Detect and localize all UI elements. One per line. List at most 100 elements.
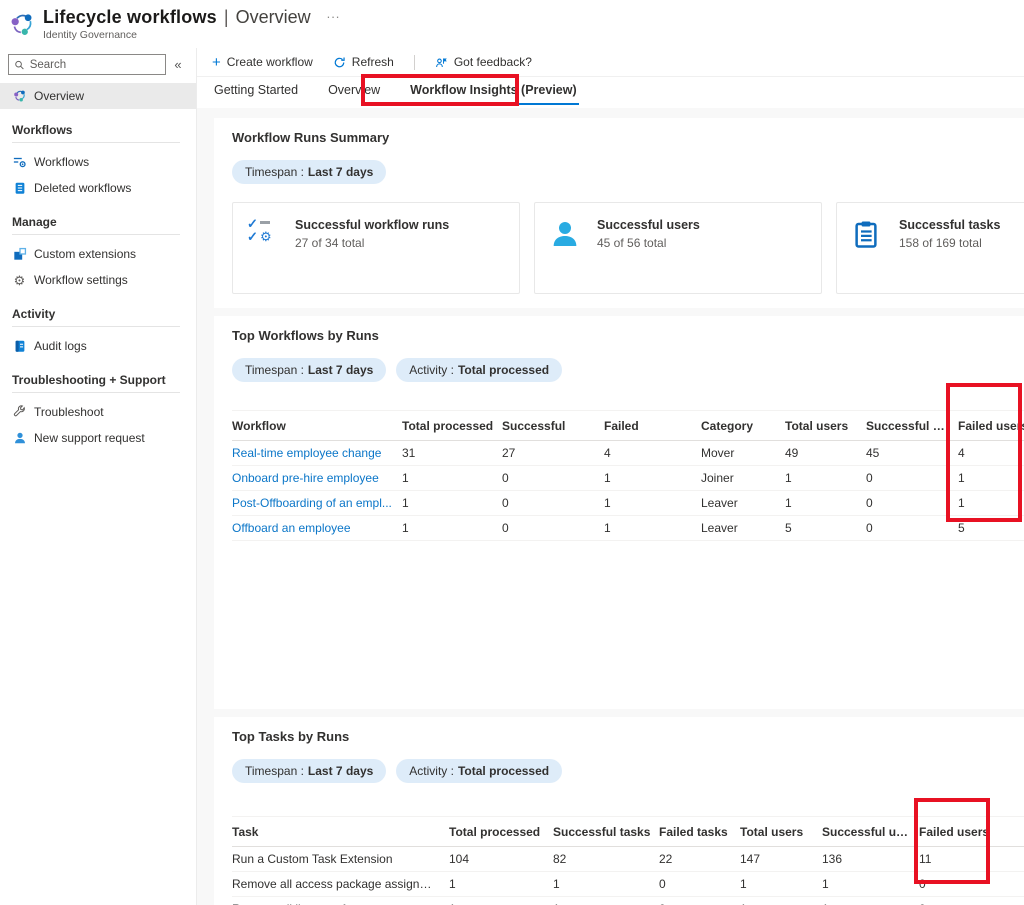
create-workflow-button[interactable]: + Create workflow [212,54,313,71]
got-feedback-button[interactable]: Got feedback? [435,55,532,69]
sidebar-item-custom-extensions[interactable]: Custom extensions [0,241,196,267]
cell: 0 [659,877,740,891]
workflow-link[interactable]: Post-Offboarding of an empl... [232,496,402,510]
tab-workflow-insights[interactable]: Workflow Insights (Preview) [408,83,578,105]
cell: 147 [740,852,822,866]
table-row: Offboard an employee 1 0 1 Leaver 5 0 5 [232,516,1024,541]
column-header[interactable]: Successful [502,419,604,433]
column-header[interactable]: Total users [740,825,822,839]
cell: 1 [958,496,1024,510]
column-header[interactable]: Workflow [232,419,402,433]
cell: 0 [866,496,958,510]
column-header[interactable]: Total processed [449,825,553,839]
workflow-runs-icon: ✓ ✓⚙ [247,218,283,252]
sidebar-section-manage: Manage [0,201,196,234]
cell: 1 [604,496,701,510]
cell: 1 [785,471,866,485]
cell: 1 [958,471,1024,485]
column-header[interactable]: Failed [604,419,701,433]
tab-getting-started[interactable]: Getting Started [212,83,300,103]
task-name: Run a Custom Task Extension [232,852,449,866]
column-header[interactable]: Successful users [866,419,958,433]
column-header[interactable]: Successful users [822,825,919,839]
cell: 0 [502,471,604,485]
tab-overview[interactable]: Overview [326,83,382,103]
column-header[interactable]: Category [701,419,785,433]
top-tasks-table: Task Total processed Successful tasks Fa… [232,816,1024,905]
column-header[interactable]: Task [232,825,449,839]
wrench-icon [12,405,27,420]
divider [12,326,180,327]
sidebar-item-label: Workflows [34,155,89,169]
timespan-filter-pill[interactable]: Timespan : Last 7 days [232,160,386,184]
service-name: Identity Governance [43,29,311,41]
sidebar-item-label: Overview [34,89,84,103]
timespan-filter-pill[interactable]: Timespan : Last 7 days [232,759,386,783]
table-row: Onboard pre-hire employee 1 0 1 Joiner 1… [232,466,1024,491]
sidebar-item-label: Workflow settings [34,273,128,287]
sidebar-item-workflows[interactable]: Workflows [0,149,196,175]
divider [12,392,180,393]
deleted-workflows-icon [12,181,27,196]
table-row: Remove all access package assignments fo… [232,872,1024,897]
cell: 1 [740,877,822,891]
top-workflows-section: Top Workflows by Runs Timespan : Last 7 … [214,316,1024,709]
activity-filter-pill[interactable]: Activity : Total processed [396,759,562,783]
cell: Leaver [701,496,785,510]
workflow-runs-summary-section: Workflow Runs Summary Timespan : Last 7 … [214,118,1024,308]
tab-bar: Getting Started Overview Workflow Insigh… [197,77,1024,108]
sidebar-item-label: New support request [34,431,145,445]
command-bar: + Create workflow Refresh Got feedback? [197,48,1024,77]
activity-filter-pill[interactable]: Activity : Total processed [396,358,562,382]
sidebar: « Overview Workflows [0,48,197,905]
sidebar-item-audit-logs[interactable]: Audit logs [0,333,196,359]
cell: 1 [402,471,502,485]
card-title: Successful workflow runs [295,218,449,232]
table-row: Real-time employee change 31 27 4 Mover … [232,441,1024,466]
main-pane: + Create workflow Refresh Got feedback? [197,48,1024,905]
column-header[interactable]: Total users [785,419,866,433]
title-block: Lifecycle workflows | Overview Identity … [43,7,311,41]
column-header[interactable]: Successful tasks [553,825,659,839]
table-header-row: Task Total processed Successful tasks Fa… [232,816,1024,847]
refresh-button[interactable]: Refresh [333,55,394,69]
sidebar-section-workflows: Workflows [0,109,196,142]
sidebar-item-workflow-settings[interactable]: ⚙ Workflow settings [0,267,196,293]
workflow-link[interactable]: Onboard pre-hire employee [232,471,402,485]
column-header[interactable]: Failed tasks [659,825,740,839]
search-input-wrapper[interactable] [8,54,166,75]
sidebar-item-overview[interactable]: Overview [0,83,196,109]
sidebar-item-label: Troubleshoot [34,405,104,419]
sidebar-collapse-button[interactable]: « [166,57,190,72]
sidebar-item-troubleshoot[interactable]: Troubleshoot [0,399,196,425]
user-icon [549,218,585,252]
cell: 1 [449,877,553,891]
workflow-link[interactable]: Real-time employee change [232,446,402,460]
card-title: Successful tasks [899,218,1000,232]
search-input[interactable] [30,59,160,71]
column-header[interactable]: Total processed [402,419,502,433]
sidebar-item-label: Audit logs [34,339,87,353]
column-header[interactable]: Failed users [919,825,999,839]
summary-card-users: Successful users 45 of 56 total [534,202,822,294]
column-header[interactable]: Failed users [958,419,1024,433]
workflow-link[interactable]: Offboard an employee [232,521,402,535]
cell: 1 [553,877,659,891]
card-value: 45 of 56 total [597,236,700,250]
cell: 4 [958,446,1024,460]
summary-card-tasks: Successful tasks 158 of 169 total [836,202,1024,294]
cell: 136 [822,852,919,866]
more-options-button[interactable]: ... [327,6,341,21]
timespan-filter-pill[interactable]: Timespan : Last 7 days [232,358,386,382]
summary-card-workflow-runs: ✓ ✓⚙ Successful workflow runs 27 of 34 t… [232,202,520,294]
gear-icon: ⚙ [12,273,27,288]
divider [414,55,415,70]
sidebar-item-new-support-request[interactable]: New support request [0,425,196,451]
cell: Joiner [701,471,785,485]
sidebar-section-activity: Activity [0,293,196,326]
section-heading: Top Workflows by Runs [232,328,1024,343]
cell: 11 [919,852,999,866]
cell: 22 [659,852,740,866]
sidebar-item-deleted-workflows[interactable]: Deleted workflows [0,175,196,201]
task-name: Remove all access package assignments fo… [232,877,449,891]
